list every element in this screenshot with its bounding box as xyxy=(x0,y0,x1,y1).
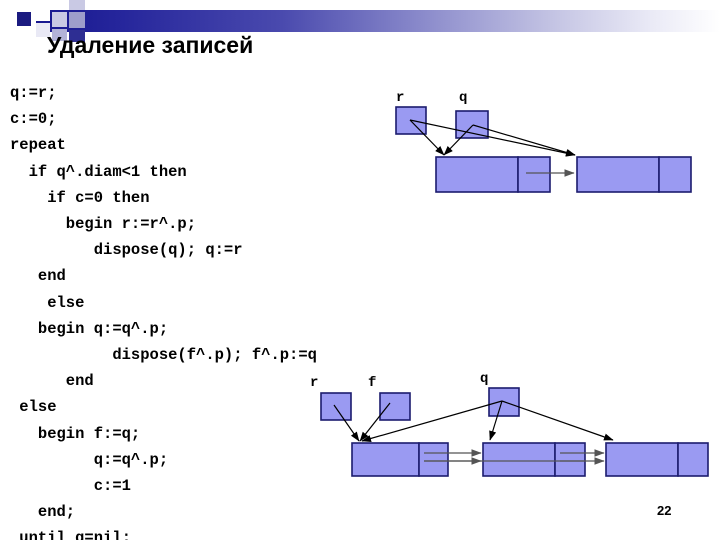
pointer-label-f-bottom: f xyxy=(368,375,376,391)
node2-data-cell-bottom xyxy=(482,442,556,477)
pointer-label-r-top: r xyxy=(396,90,404,106)
arrow-r-to-node2-top xyxy=(409,119,576,157)
node1-data-cell-bottom xyxy=(351,442,420,477)
pointer-box-f-bottom xyxy=(379,392,411,421)
arrow-f-to-node1-bottom xyxy=(359,402,391,442)
node3-ptr-cell-bottom xyxy=(677,442,709,477)
node1-ptr-cell-bottom xyxy=(418,442,449,477)
pointer-label-r-bottom: r xyxy=(310,375,318,391)
pointer-label-q-bottom: q xyxy=(480,371,488,387)
deco-square-2 xyxy=(36,10,50,21)
arrow-q-to-node3-bottom xyxy=(501,400,614,441)
deco-square-1 xyxy=(17,12,31,26)
node2-ptr-cell-top xyxy=(658,156,692,193)
slide-header-banner: Удаление записей xyxy=(0,0,720,70)
header-gradient-bar xyxy=(36,10,720,32)
diagram-bottom: r f q xyxy=(310,371,709,477)
pointer-box-r-bottom xyxy=(320,392,352,421)
code-text: q:=r; c:=0; repeat if q^.diam<1 then if … xyxy=(10,84,317,540)
diagram-top: r q xyxy=(395,90,692,193)
pointer-box-q-top xyxy=(455,110,489,139)
deco-square-4 xyxy=(52,12,67,27)
deco-square-7 xyxy=(69,12,85,28)
node1-ptr-cell-top xyxy=(517,156,551,193)
page-title: Удаление записей xyxy=(47,32,254,58)
pointer-label-q-top: q xyxy=(459,90,467,106)
arrow-r-to-node1-top xyxy=(409,119,445,156)
node1-data-cell-top xyxy=(435,156,519,193)
arrow-q-to-node2-top xyxy=(472,124,576,156)
slide-canvas: Удаление записей q:=r; c:=0; repeat if q… xyxy=(0,0,720,540)
node2-data-cell-top xyxy=(576,156,660,193)
pascal-code-listing: q:=r; c:=0; repeat if q^.diam<1 then if … xyxy=(10,80,317,540)
deco-square-6 xyxy=(69,0,85,10)
page-number: 22 xyxy=(657,503,672,518)
node3-data-cell-bottom xyxy=(605,442,679,477)
node2-ptr-cell-bottom xyxy=(554,442,586,477)
